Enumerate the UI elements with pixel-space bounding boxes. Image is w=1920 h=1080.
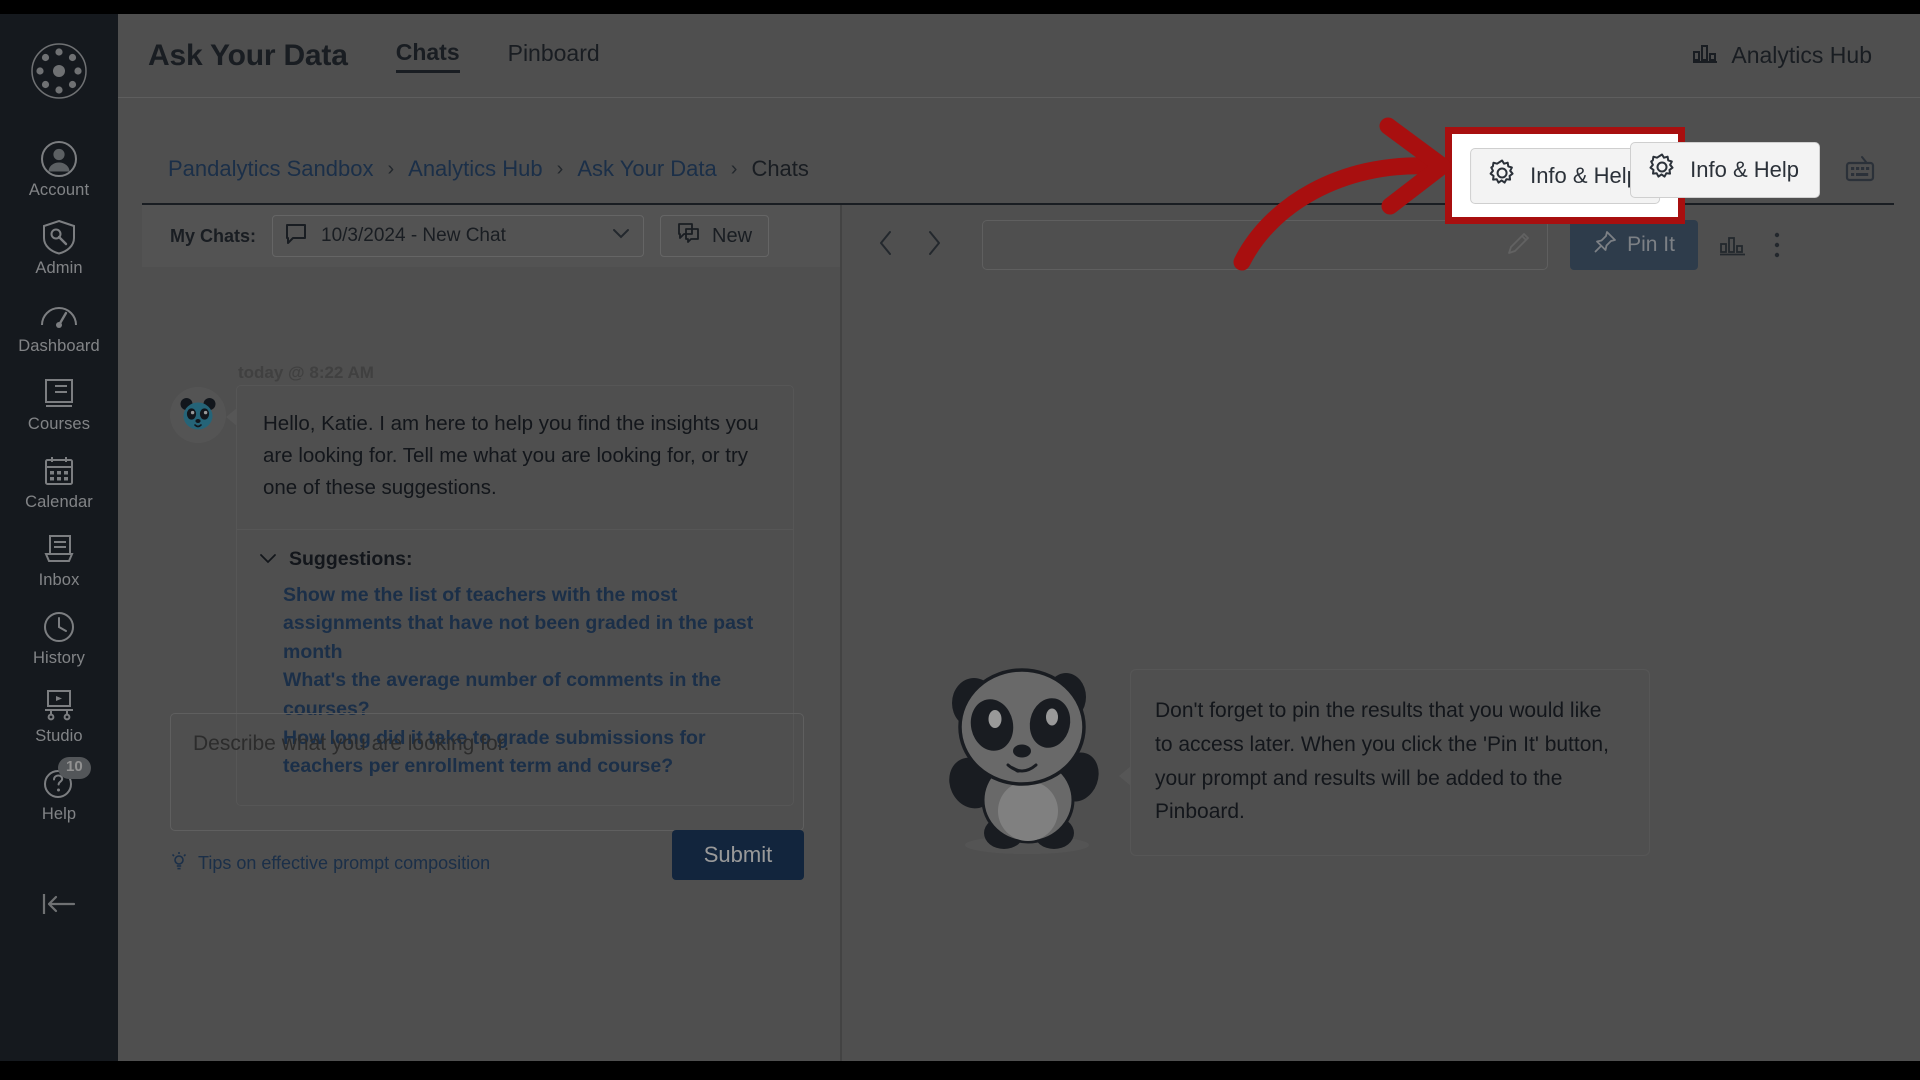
chat-panel: My Chats: 10/3/2024 - New Chat New today… xyxy=(142,205,842,1061)
result-panel: Pin It Don't forget to pin the results t… xyxy=(844,205,1894,1061)
chevron-down-icon xyxy=(259,548,277,571)
book-icon xyxy=(41,374,77,412)
screen: Account Admin Dashboard Courses Calendar… xyxy=(0,0,1920,1080)
sidebar-item-studio[interactable]: Studio xyxy=(0,677,118,755)
gauge-icon xyxy=(39,296,79,334)
page-title: Ask Your Data xyxy=(148,38,348,72)
chat-select-dropdown[interactable]: 10/3/2024 - New Chat xyxy=(272,215,645,257)
suggestion-item[interactable]: Show me the list of teachers with the mo… xyxy=(283,581,769,667)
sidebar-item-label: Inbox xyxy=(38,571,80,589)
submit-button[interactable]: Submit xyxy=(672,830,804,880)
user-circle-icon xyxy=(39,140,79,178)
pencil-icon[interactable] xyxy=(1505,229,1533,262)
pin-it-button[interactable]: Pin It xyxy=(1570,220,1698,270)
breadcrumb-item-analytics-hub[interactable]: Analytics Hub xyxy=(408,156,543,182)
info-help-label: Info & Help xyxy=(1530,162,1639,188)
sidebar-item-label: Admin xyxy=(35,259,83,277)
previous-result-button[interactable] xyxy=(862,221,910,269)
info-help-button[interactable]: Info & Help xyxy=(1630,142,1820,198)
breadcrumb: Pandalytics Sandbox › Analytics Hub › As… xyxy=(168,156,809,182)
chat-selector-bar: My Chats: 10/3/2024 - New Chat New xyxy=(142,205,840,267)
mascot-tip: Don't forget to pin the results that you… xyxy=(942,665,1650,860)
breadcrumb-separator: › xyxy=(387,157,395,180)
help-badge-count: 10 xyxy=(58,757,91,779)
bar-chart-icon xyxy=(1691,41,1719,71)
breadcrumb-separator: › xyxy=(556,157,564,180)
sidebar-item-label: Dashboard xyxy=(18,337,100,355)
speech-bubble-icon xyxy=(285,223,307,250)
tab-pinboard[interactable]: Pinboard xyxy=(508,40,600,71)
sidebar-item-account[interactable]: Account xyxy=(0,131,118,209)
prompt-tips-label: Tips on effective prompt composition xyxy=(198,853,491,873)
next-result-button[interactable] xyxy=(910,221,958,269)
sidebar-item-help[interactable]: 10 Help xyxy=(0,755,118,833)
chat-select-value: 10/3/2024 - New Chat xyxy=(321,225,506,246)
prompt-tips-link[interactable]: Tips on effective prompt composition xyxy=(170,851,490,876)
sidebar-item-dashboard[interactable]: Dashboard xyxy=(0,287,118,365)
studio-screen-icon xyxy=(40,686,78,724)
new-chat-label: New xyxy=(712,224,753,247)
sidebar-item-label: Calendar xyxy=(25,493,93,511)
message-timestamp: today @ 8:22 AM xyxy=(238,363,374,382)
gear-icon xyxy=(1488,159,1516,193)
new-chat-icon xyxy=(677,222,701,251)
breadcrumb-item-ask-your-data[interactable]: Ask Your Data xyxy=(577,156,716,182)
clock-icon xyxy=(41,608,77,646)
app-header: Ask Your Data Chats Pinboard Analytics H… xyxy=(118,14,1920,98)
prompt-input[interactable] xyxy=(170,713,804,831)
analytics-hub-label: Analytics Hub xyxy=(1731,42,1872,68)
collapse-left-icon[interactable] xyxy=(36,889,82,924)
page-tools: Info & Help xyxy=(1630,142,1878,198)
result-toolbar: Pin It xyxy=(844,205,1894,285)
breadcrumb-item-chats: Chats xyxy=(751,156,809,181)
assistant-message-text: Hello, Katie. I am here to help you find… xyxy=(263,412,759,500)
breadcrumb-item-sandbox[interactable]: Pandalytics Sandbox xyxy=(168,156,373,182)
bar-chart-icon[interactable] xyxy=(1718,232,1748,258)
breadcrumb-separator: › xyxy=(730,157,738,180)
sidebar-item-label: Studio xyxy=(35,727,83,745)
keyboard-icon[interactable] xyxy=(1842,154,1878,186)
chevron-right-icon xyxy=(924,229,944,262)
sidebar-item-admin[interactable]: Admin xyxy=(0,209,118,287)
lightbulb-icon xyxy=(170,851,188,876)
sidebar-item-inbox[interactable]: Inbox xyxy=(0,521,118,599)
result-title-input[interactable] xyxy=(982,220,1548,270)
sidebar-item-history[interactable]: History xyxy=(0,599,118,677)
calendar-icon xyxy=(42,452,76,490)
sidebar-item-calendar[interactable]: Calendar xyxy=(0,443,118,521)
shield-wrench-icon xyxy=(41,218,77,256)
mascot-tip-bubble: Don't forget to pin the results that you… xyxy=(1119,669,1650,856)
chevron-down-icon xyxy=(611,227,631,246)
sidebar-item-label: Help xyxy=(41,805,77,823)
tab-chats[interactable]: Chats xyxy=(395,39,460,73)
sidebar-item-courses[interactable]: Courses xyxy=(0,365,118,443)
gear-icon xyxy=(1648,153,1676,187)
suggestions-header-label: Suggestions: xyxy=(289,547,413,570)
info-help-label: Info & Help xyxy=(1690,157,1799,182)
pin-it-label: Pin It xyxy=(1627,233,1675,256)
sidebar-item-label: Courses xyxy=(27,415,91,433)
new-chat-button[interactable]: New xyxy=(660,215,770,257)
canvas-logo-icon[interactable] xyxy=(30,42,88,105)
sidebar-item-label: Account xyxy=(28,181,90,199)
inbox-tray-icon xyxy=(41,530,77,568)
suggestions-toggle[interactable]: Suggestions: xyxy=(259,548,769,571)
analytics-hub-link[interactable]: Analytics Hub xyxy=(1691,41,1872,71)
global-sidebar: Account Admin Dashboard Courses Calendar… xyxy=(0,14,118,1061)
my-chats-label: My Chats: xyxy=(170,225,257,246)
chevron-left-icon xyxy=(876,229,896,262)
pushpin-icon xyxy=(1593,230,1617,260)
panda-avatar-icon xyxy=(170,387,226,443)
page-body: Pandalytics Sandbox › Analytics Hub › As… xyxy=(118,98,1920,1061)
sidebar-item-label: History xyxy=(32,649,86,667)
mascot-tip-text: Don't forget to pin the results that you… xyxy=(1155,699,1609,824)
panda-mascot-icon xyxy=(942,665,1112,860)
application-window: Account Admin Dashboard Courses Calendar… xyxy=(0,14,1920,1061)
more-vertical-icon[interactable] xyxy=(1772,230,1782,260)
